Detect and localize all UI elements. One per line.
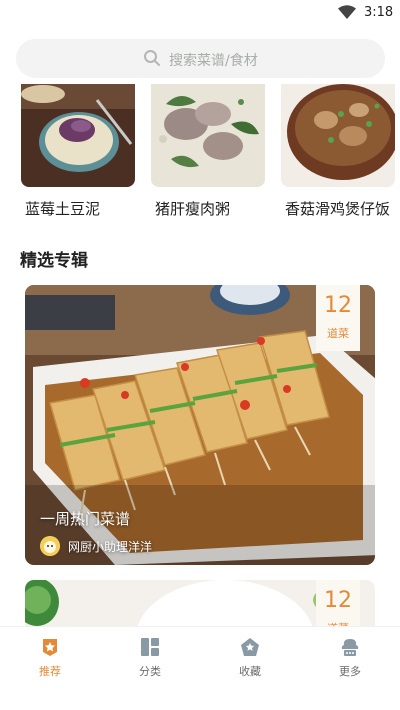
dish-count-unit: 道菜 [327, 327, 349, 340]
dish-count: 12 [324, 588, 352, 613]
tab-label: 分类 [139, 665, 161, 678]
tab-label: 收藏 [239, 665, 261, 678]
bottom-tab-bar: 推荐 分类 收藏 更多 [0, 626, 400, 710]
author-avatar [40, 536, 60, 556]
status-time: 3:18 [364, 5, 394, 20]
more-icon [341, 639, 359, 656]
section-title: 精选专辑 [20, 251, 88, 271]
recipe-name: 香菇滑鸡煲仔饭 [285, 200, 391, 218]
author-name: 网厨小助理洋洋 [68, 540, 153, 554]
recipe-image [281, 84, 395, 187]
search-bar[interactable]: 搜索菜谱/食材 [16, 39, 385, 78]
favorite-icon [241, 638, 259, 656]
recipe-image [151, 84, 265, 187]
search-placeholder: 搜索菜谱/食材 [169, 53, 258, 69]
tab-favorite[interactable]: 收藏 [220, 627, 280, 687]
dish-count-badge: 12 道菜 [316, 285, 360, 351]
album-card[interactable]: 12 道菜 一周热门菜谱 网厨小助理洋洋 [25, 285, 375, 565]
wifi-icon [338, 5, 356, 19]
category-icon [141, 638, 159, 656]
tab-recommend[interactable]: 推荐 [20, 627, 80, 687]
status-bar: 3:18 [0, 0, 400, 26]
search-icon [144, 50, 160, 66]
recipe-name: 猪肝瘦肉粥 [155, 200, 231, 218]
recipe-row: 蓝莓土豆泥 猪肝瘦肉粥 香菇滑鸡煲仔饭 [0, 84, 400, 224]
recipe-name: 蓝莓土豆泥 [25, 200, 101, 218]
tab-label: 更多 [339, 665, 361, 678]
dish-count: 12 [324, 293, 352, 318]
recipe-image [21, 84, 135, 187]
album-title: 一周热门菜谱 [40, 510, 131, 528]
tab-category[interactable]: 分类 [120, 627, 180, 687]
tab-more[interactable]: 更多 [320, 627, 380, 687]
tab-label: 推荐 [39, 665, 61, 678]
recommend-icon [43, 639, 57, 656]
